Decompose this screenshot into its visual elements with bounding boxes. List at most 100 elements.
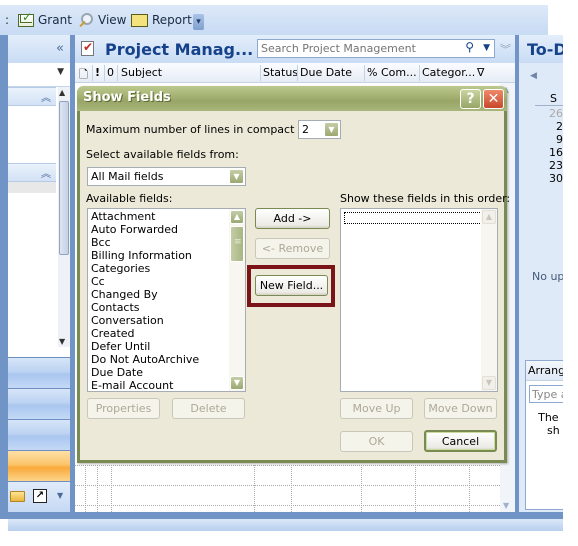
- dialog-title-bar[interactable]: Show Fields ? ✕: [77, 86, 507, 111]
- field-set-select[interactable]: All Mail fields ▼: [87, 167, 246, 186]
- grant-envelope-icon: ✓: [18, 10, 34, 27]
- list-item[interactable]: Changed By: [88, 288, 245, 301]
- scroll-up-icon[interactable]: ▲: [482, 210, 496, 224]
- available-fields-list[interactable]: Attachment Auto Forwarded Bcc Billing Infor…: [87, 208, 246, 392]
- toolbar-overflow-button[interactable]: ▾: [193, 14, 204, 30]
- nav-section-header-1[interactable]: ︽: [8, 87, 56, 106]
- overflow-chevron-icon: ▾: [196, 17, 201, 27]
- show-fields-dialog: Show Fields ? ✕ Maximum number of lines …: [77, 86, 510, 463]
- scroll-down-icon[interactable]: ▼: [482, 376, 496, 390]
- report-envelope-icon: [131, 13, 148, 27]
- search-icon[interactable]: ⚲: [465, 40, 474, 54]
- shown-fields-list[interactable]: ▲ ▼: [340, 208, 498, 392]
- attachment-icon[interactable]: 0: [107, 66, 114, 79]
- list-item[interactable]: Cc: [88, 275, 245, 288]
- grid-divider: [469, 465, 470, 512]
- toolbar-gripper: :: [5, 13, 10, 27]
- list-item[interactable]: Created: [88, 327, 245, 340]
- grid-divider: [361, 465, 362, 512]
- folder-icon[interactable]: [10, 491, 25, 502]
- calendar-day[interactable]: 23: [539, 159, 563, 172]
- grant-button[interactable]: ✓ Grant: [18, 10, 72, 29]
- nav-folder-dropdown[interactable]: ▼: [8, 63, 70, 87]
- item-type-icon[interactable]: 🗋: [79, 66, 88, 85]
- column-categories[interactable]: Categor...: [422, 66, 475, 79]
- list-item[interactable]: Auto Forwarded: [88, 223, 245, 236]
- column-percent-complete[interactable]: % Com...: [367, 66, 417, 79]
- table-row[interactable]: [75, 485, 500, 486]
- view-button[interactable]: View: [78, 11, 126, 29]
- list-item[interactable]: Due Date: [88, 366, 245, 379]
- scroll-thumb[interactable]: [230, 226, 244, 262]
- list-item[interactable]: Do Not AutoArchive: [88, 353, 245, 366]
- search-box[interactable]: ⚲ ▼: [257, 39, 495, 58]
- close-button[interactable]: ✕: [483, 89, 504, 109]
- configure-buttons-icon[interactable]: ▼: [57, 491, 63, 500]
- expand-query-builder-icon[interactable]: ︾: [500, 41, 511, 57]
- nav-button-active[interactable]: [8, 450, 70, 481]
- list-item[interactable]: Contacts: [88, 301, 245, 314]
- move-down-button[interactable]: Move Down: [424, 398, 497, 419]
- cancel-button[interactable]: Cancel: [424, 430, 497, 452]
- help-button[interactable]: ?: [460, 89, 481, 109]
- nav-scroll-thumb[interactable]: [59, 101, 69, 255]
- scroll-down-icon[interactable]: ▼: [59, 337, 65, 346]
- ok-button[interactable]: OK: [340, 431, 413, 452]
- column-due-date[interactable]: Due Date: [300, 66, 352, 79]
- message-line: The: [538, 411, 559, 424]
- list-item[interactable]: Conversation: [88, 314, 245, 327]
- calendar-day[interactable]: 2: [539, 120, 563, 133]
- list-item[interactable]: E-mail Account: [88, 379, 245, 391]
- task-pane-header: Project Manag... ⚲ ▼ ︾: [75, 35, 515, 63]
- scroll-down-icon[interactable]: ▼: [503, 501, 509, 510]
- nav-button-3[interactable]: [8, 419, 70, 450]
- list-item[interactable]: Attachment: [88, 210, 245, 223]
- column-subject[interactable]: Subject: [121, 66, 162, 79]
- column-status[interactable]: Status: [263, 66, 298, 79]
- available-fields-scrollbar[interactable]: ▲ ▼: [229, 209, 245, 391]
- focus-rectangle: [344, 212, 484, 224]
- importance-icon[interactable]: !: [95, 66, 100, 79]
- scroll-up-icon[interactable]: ▲: [230, 210, 244, 224]
- max-lines-select[interactable]: 2 ▼: [298, 120, 341, 139]
- calendar-day[interactable]: 9: [539, 133, 563, 146]
- report-button[interactable]: Report: [131, 11, 192, 29]
- shown-fields-scrollbar[interactable]: ▲ ▼: [481, 209, 497, 391]
- select-from-label: Select available fields from:: [86, 148, 239, 161]
- delete-button[interactable]: Delete: [172, 398, 245, 419]
- scroll-up-icon[interactable]: ▲: [59, 88, 65, 97]
- search-options-chevron-icon[interactable]: ▼: [483, 43, 490, 53]
- search-input[interactable]: [258, 40, 454, 57]
- list-item[interactable]: Bcc: [88, 236, 245, 249]
- move-up-button[interactable]: Move Up: [340, 398, 413, 419]
- todo-bar-title: To-D: [527, 40, 563, 59]
- nav-section-header-2[interactable]: ︽: [8, 163, 56, 182]
- list-item[interactable]: Defer Until: [88, 340, 245, 353]
- list-item[interactable]: Billing Information: [88, 249, 245, 262]
- nav-scrollbar[interactable]: ▲ ▼: [58, 87, 70, 347]
- arrange-by-header[interactable]: Arrang: [526, 361, 563, 381]
- column-divider: [260, 65, 261, 81]
- column-divider: [297, 65, 298, 81]
- remove-button[interactable]: <- Remove: [255, 238, 330, 259]
- calendar-day[interactable]: 16: [539, 146, 563, 159]
- properties-button[interactable]: Properties: [87, 398, 160, 419]
- max-lines-value: 2: [302, 123, 309, 136]
- table-row[interactable]: [75, 465, 500, 466]
- table-row[interactable]: [75, 505, 500, 506]
- previous-month-icon[interactable]: ◀: [530, 71, 537, 81]
- new-field-button[interactable]: New Field...: [255, 275, 328, 296]
- scroll-down-icon[interactable]: ▼: [230, 376, 244, 390]
- calendar-day[interactable]: 30: [539, 172, 563, 185]
- add-button[interactable]: Add ->: [255, 208, 330, 229]
- filter-icon[interactable]: ∇: [477, 66, 484, 79]
- shortcut-icon[interactable]: ↗: [33, 489, 47, 503]
- calendar-day[interactable]: 26: [539, 107, 563, 120]
- collapse-nav-pane-icon[interactable]: «: [56, 41, 64, 56]
- nav-button-2[interactable]: [8, 388, 70, 419]
- list-item[interactable]: Categories: [88, 262, 245, 275]
- new-task-input[interactable]: Type a: [529, 385, 563, 403]
- section-collapse-icon: ︽: [41, 169, 51, 180]
- status-bar: [8, 519, 563, 531]
- nav-button-1[interactable]: [8, 357, 70, 388]
